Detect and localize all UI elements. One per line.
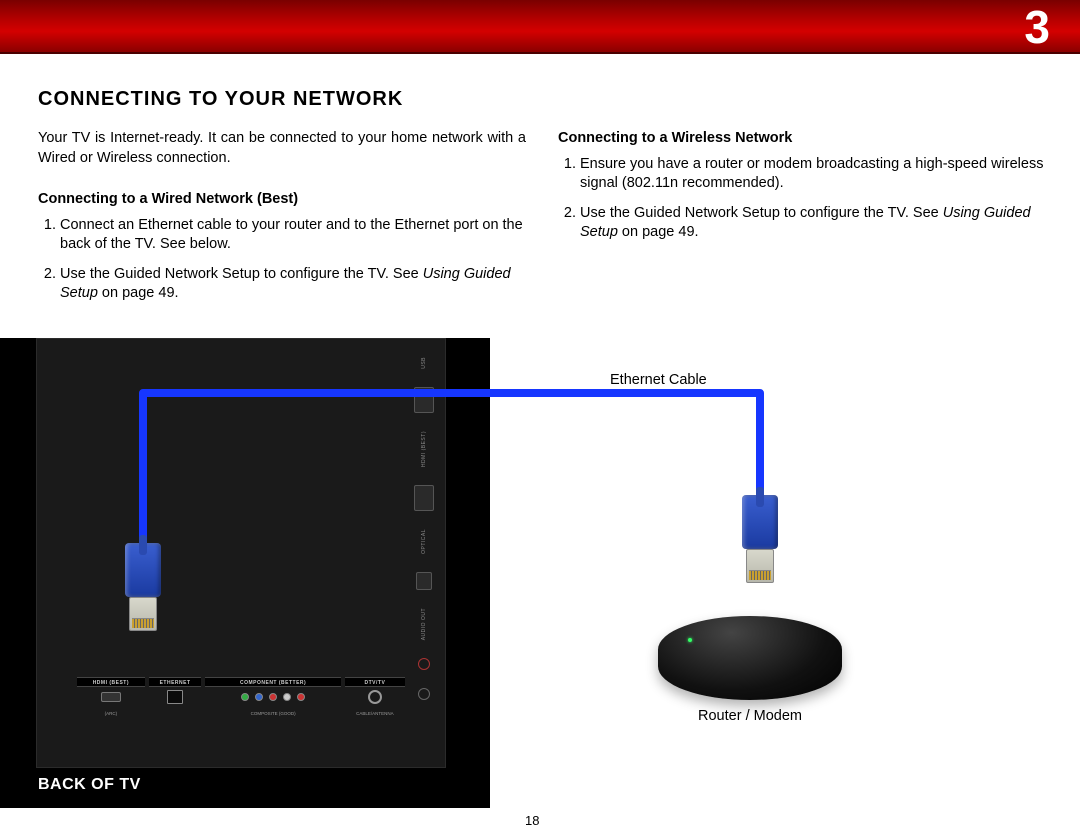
dtv-label: DTV/TV <box>345 677 405 687</box>
page-footer-number: 18 <box>525 813 539 828</box>
wireless-step-2: Use the Guided Network Setup to configur… <box>580 204 1046 243</box>
cable-sublabel: CABLE/ANTENNA <box>345 711 405 716</box>
wired-step-2: Use the Guided Network Setup to configur… <box>60 265 526 304</box>
coax-port-icon <box>368 690 382 704</box>
rca-r-icon <box>297 693 305 701</box>
arc-label: (ARC) <box>77 711 145 716</box>
side-port-strip: USB HDMI (BEST) OPTICAL AUDIO OUT <box>409 357 439 700</box>
rca-y-icon <box>241 693 249 701</box>
wired-step-1: Connect an Ethernet cable to your router… <box>60 216 526 255</box>
hdmi-side-port-icon <box>414 485 434 511</box>
back-of-tv-label: BACK OF TV <box>38 776 141 794</box>
hdmi-label: HDMI (BEST) <box>77 677 145 687</box>
left-column: Your TV is Internet-ready. It can be con… <box>38 129 526 314</box>
header-bar: 3 <box>0 0 1080 54</box>
composite-sublabel: COMPOSITE (GOOD) <box>205 711 340 716</box>
wired-heading: Connecting to a Wired Network (Best) <box>38 190 526 210</box>
section-title: CONNECTING TO YOUR NETWORK <box>38 88 1046 111</box>
chapter-number: 3 <box>1024 0 1050 54</box>
audio-l-port-icon <box>418 688 430 700</box>
tv-back-panel: USB HDMI (BEST) OPTICAL AUDIO OUT HDMI (… <box>0 338 490 808</box>
usb-port-icon <box>414 387 434 413</box>
wireless-step-1: Ensure you have a router or modem broadc… <box>580 155 1046 194</box>
component-label: COMPONENT (BETTER) <box>205 677 340 687</box>
diagram-area: USB HDMI (BEST) OPTICAL AUDIO OUT HDMI (… <box>0 338 1080 838</box>
ethernet-plug-router-icon <box>736 495 784 595</box>
wireless-step2-a: Use the Guided Network Setup to configur… <box>580 205 943 221</box>
usb-label: USB <box>421 357 427 369</box>
ethernet-label: ETHERNET <box>149 677 202 687</box>
intro-paragraph: Your TV is Internet-ready. It can be con… <box>38 129 526 168</box>
audio-r-port-icon <box>418 658 430 670</box>
right-column: Connecting to a Wireless Network Ensure … <box>558 129 1046 314</box>
two-column-layout: Your TV is Internet-ready. It can be con… <box>38 129 1046 314</box>
rca-pr-icon <box>269 693 277 701</box>
wired-step2-b: on page 49. <box>98 285 179 301</box>
rca-l-icon <box>283 693 291 701</box>
hdmi-side-label: HDMI (BEST) <box>421 431 427 467</box>
optical-label: OPTICAL <box>421 529 427 554</box>
wireless-heading: Connecting to a Wireless Network <box>558 129 1046 149</box>
content-area: CONNECTING TO YOUR NETWORK Your TV is In… <box>0 54 1080 314</box>
ethernet-plug-tv-icon <box>119 543 167 643</box>
wireless-step2-b: on page 49. <box>618 224 699 240</box>
hdmi-port-icon <box>101 692 121 702</box>
ethernet-cable-label: Ethernet Cable <box>610 372 707 388</box>
wired-step2-a: Use the Guided Network Setup to configur… <box>60 266 423 282</box>
ethernet-port-icon <box>167 690 183 704</box>
router-icon <box>658 616 842 700</box>
audio-out-label: AUDIO OUT <box>421 608 427 640</box>
router-label: Router / Modem <box>680 708 820 724</box>
optical-port-icon <box>416 572 432 590</box>
rca-pb-icon <box>255 693 263 701</box>
bottom-port-strip: HDMI (BEST) (ARC) ETHERNET COMPONENT (BE… <box>77 677 405 707</box>
